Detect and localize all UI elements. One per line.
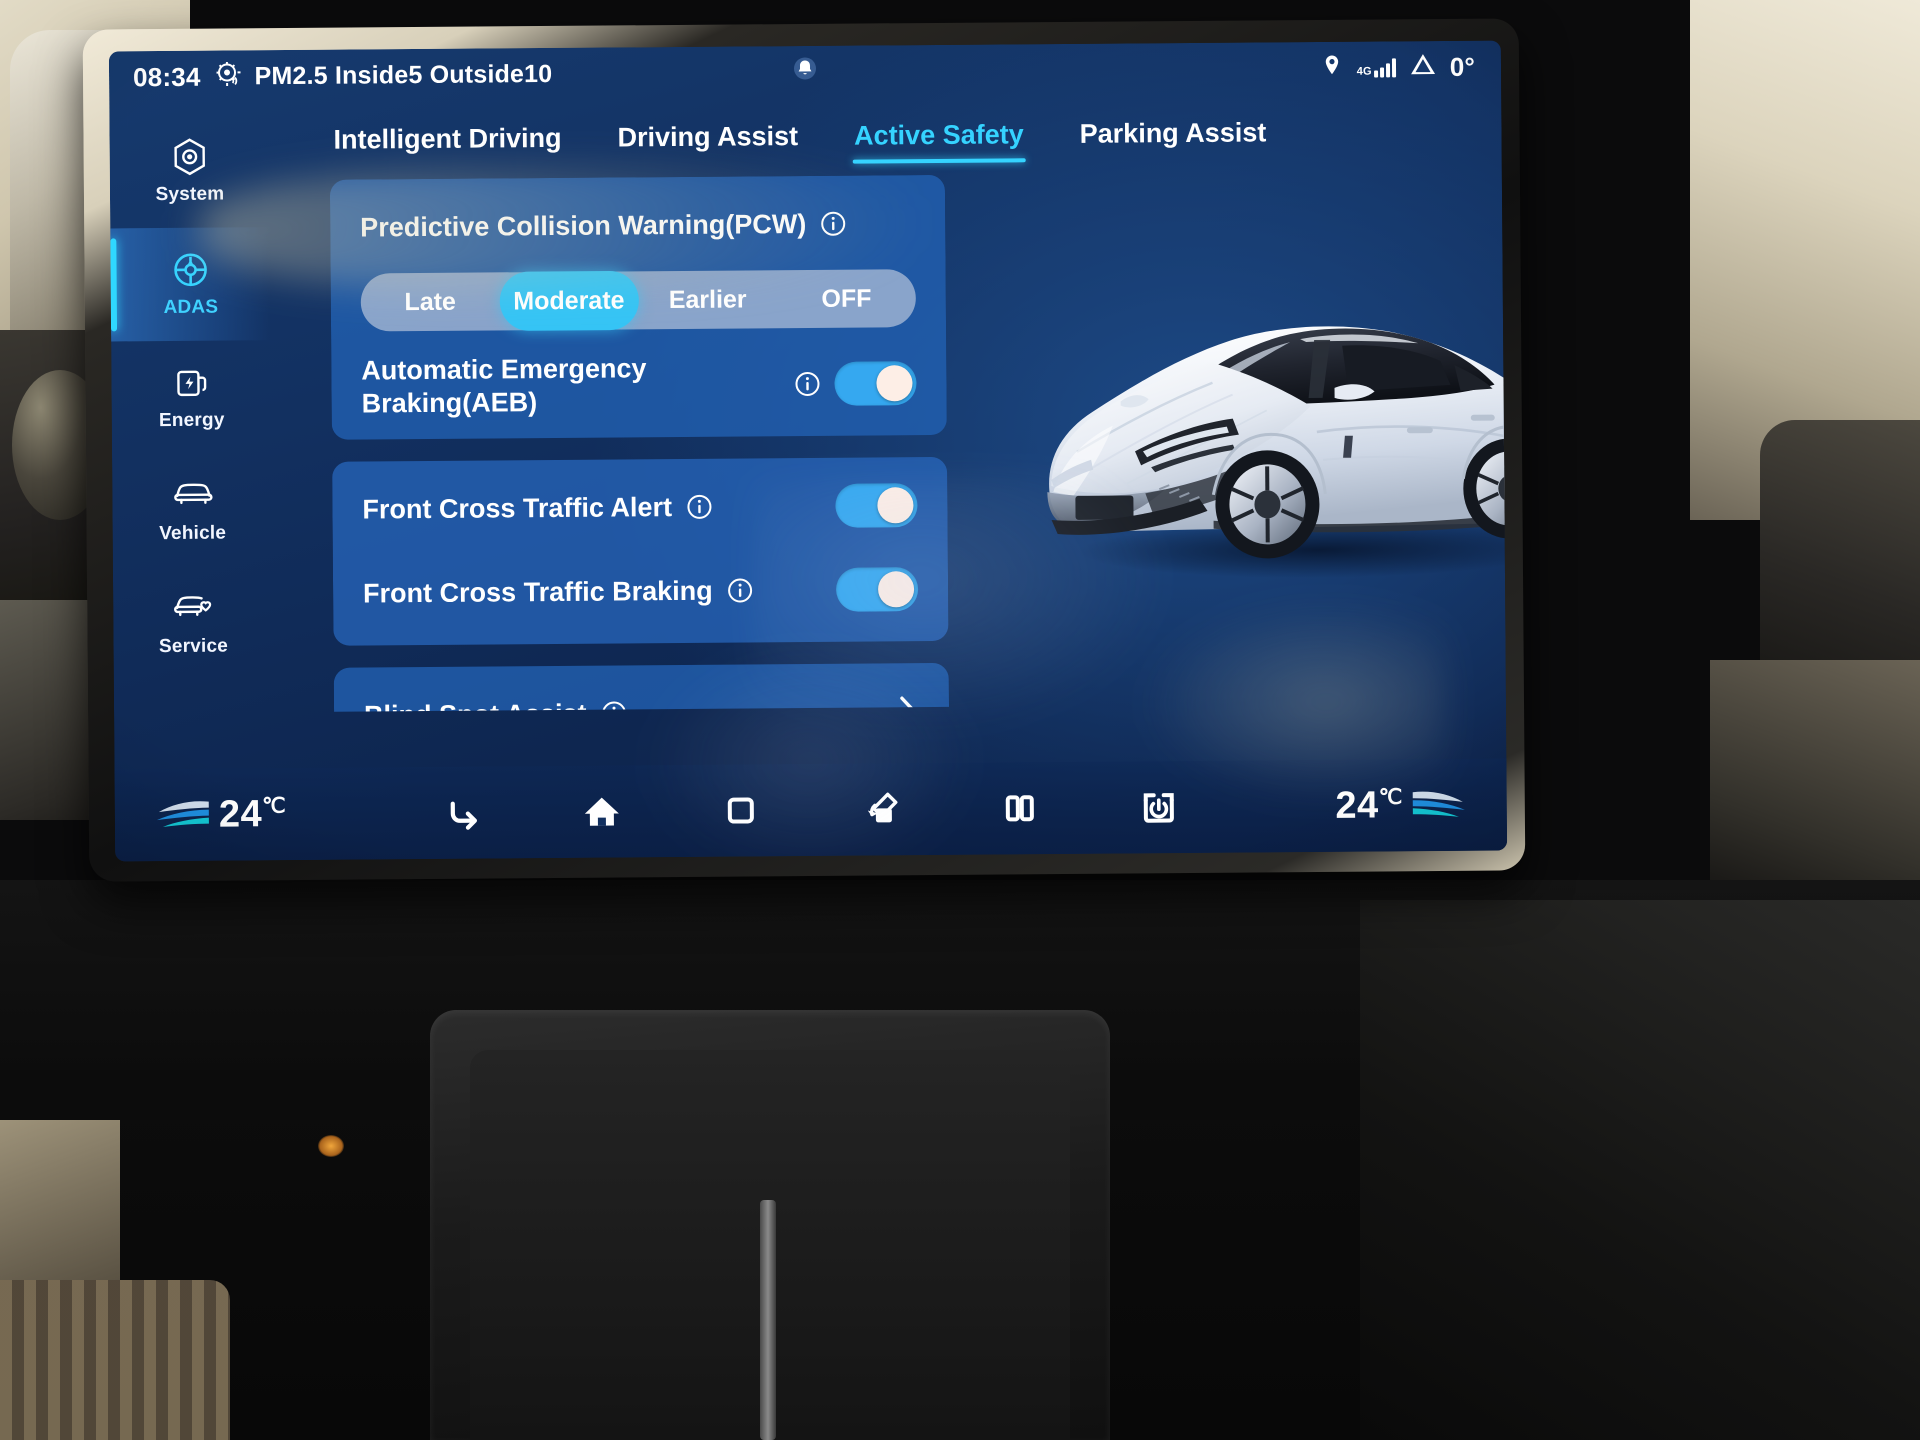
network-type-label: 4G	[1356, 65, 1372, 78]
info-icon[interactable]	[727, 577, 753, 603]
pcw-option-earlier[interactable]: Earlier	[638, 270, 777, 329]
infotainment-bezel: 08:34 PM2.5 Inside5 Outside10 4G 0° Syst…	[82, 18, 1526, 882]
left-temperature-value: 24℃	[218, 792, 287, 836]
aeb-label: Automatic Emergency Braking(AEB)	[361, 353, 647, 419]
pcw-option-moderate[interactable]: Moderate	[499, 270, 639, 331]
screen-off-power-icon[interactable]	[1136, 784, 1182, 830]
car-heart-icon	[173, 589, 213, 629]
info-icon[interactable]	[686, 494, 712, 520]
airflow-wave-icon	[155, 795, 211, 834]
info-icon[interactable]	[794, 371, 820, 397]
hex-gear-icon	[170, 137, 210, 177]
sidebar-item-adas[interactable]: ADAS	[110, 227, 272, 342]
sidebar-item-energy[interactable]: Energy	[111, 340, 272, 454]
aeb-toggle[interactable]	[834, 361, 917, 406]
sidebar-item-label: ADAS	[163, 296, 219, 319]
location-pin-icon	[1321, 53, 1343, 82]
sidebar-item-vehicle[interactable]: Vehicle	[112, 453, 273, 567]
row-front-cross-traffic-alert: Front Cross Traffic Alert	[362, 463, 918, 551]
pcw-label: Predictive Collision Warning(PCW)	[360, 208, 807, 243]
settings-list[interactable]: Predictive Collision Warning(PCW) Late M…	[329, 174, 950, 712]
fctb-toggle[interactable]	[835, 567, 919, 612]
fctb-label: Front Cross Traffic Braking	[362, 575, 713, 608]
info-icon[interactable]	[820, 211, 846, 237]
tab-intelligent-driving[interactable]: Intelligent Driving	[329, 118, 565, 167]
driver-temperature-control[interactable]: 24℃	[155, 793, 287, 837]
sidebar-item-service[interactable]: Service	[113, 566, 274, 680]
air-quality-readout: PM2.5 Inside5 Outside10	[254, 59, 553, 90]
recents-square-icon[interactable]	[718, 787, 764, 833]
sidebar-item-label: Vehicle	[159, 522, 227, 545]
split-screen-icon[interactable]	[997, 785, 1043, 831]
floor-panel	[0, 1120, 120, 1280]
fcta-toggle[interactable]	[835, 483, 918, 528]
console-trim-right	[1710, 660, 1920, 910]
system-nav-buttons	[286, 783, 1336, 837]
back-arrow-icon[interactable]	[439, 790, 485, 836]
tab-active-safety[interactable]: Active Safety	[850, 115, 1028, 163]
content-area: Predictive Collision Warning(PCW) Late M…	[270, 171, 1508, 713]
tab-parking-assist[interactable]: Parking Assist	[1076, 113, 1271, 162]
console-rod	[760, 1200, 776, 1440]
row-front-cross-traffic-braking: Front Cross Traffic Braking	[363, 547, 919, 635]
right-temperature-value: 24℃	[1335, 783, 1403, 827]
card-collision-warning: Predictive Collision Warning(PCW) Late M…	[329, 174, 947, 440]
floor-mat	[0, 1280, 230, 1440]
info-icon[interactable]	[600, 700, 626, 712]
row-pcw-header: Predictive Collision Warning(PCW)	[360, 181, 916, 269]
passenger-temperature-control[interactable]: 24℃	[1335, 783, 1467, 827]
car-front-icon	[172, 476, 213, 516]
footwell-right	[1360, 900, 1920, 1440]
bottom-navigation-bar: 24℃ 24℃	[114, 758, 1508, 862]
screen-body: System ADAS Energy Vehicle Service Intel…	[109, 93, 1508, 770]
tab-driving-assist[interactable]: Driving Assist	[613, 117, 802, 165]
pcw-option-off[interactable]: OFF	[777, 269, 916, 328]
outside-temperature: 0°	[1449, 51, 1476, 82]
infotainment-screen: 08:34 PM2.5 Inside5 Outside10 4G 0° Syst…	[108, 40, 1508, 862]
card-blind-spot[interactable]: Blind Spot Assist	[333, 662, 950, 712]
charging-plug-icon	[171, 363, 211, 403]
blind-spot-label: Blind Spot Assist	[364, 697, 587, 711]
main-sidebar: System ADAS Energy Vehicle Service	[109, 102, 274, 769]
sidebar-item-label: System	[155, 183, 225, 206]
main-panel: Intelligent Driving Driving Assist Activ…	[269, 93, 1508, 769]
screen-rotate-icon[interactable]	[857, 786, 903, 832]
clock: 08:34	[132, 61, 201, 92]
card-front-cross-traffic: Front Cross Traffic Alert Front Cross Tr…	[332, 456, 949, 646]
chevron-right-icon[interactable]	[897, 694, 919, 712]
pcw-option-late[interactable]: Late	[361, 272, 500, 331]
pcw-segmented-control[interactable]: Late Moderate Earlier OFF	[360, 269, 917, 332]
vehicle-render	[1016, 280, 1508, 585]
sidebar-item-system[interactable]: System	[109, 114, 270, 228]
bell-icon[interactable]	[792, 55, 818, 88]
steering-wheel-icon	[170, 250, 210, 290]
fcta-label: Front Cross Traffic Alert	[362, 491, 673, 525]
home-icon[interactable]	[579, 788, 625, 834]
air-purifier-icon	[213, 59, 241, 94]
signal-bars-icon: 4G	[1356, 57, 1396, 78]
sidebar-item-label: Service	[158, 635, 229, 658]
sidebar-item-label: Energy	[158, 409, 225, 432]
tab-bar: Intelligent Driving Driving Assist Activ…	[269, 99, 1502, 181]
row-aeb: Automatic Emergency Braking(AEB)	[361, 341, 917, 429]
indicator-light	[318, 1135, 344, 1157]
airflow-wave-icon	[1411, 785, 1467, 824]
photo-scene: 08:34 PM2.5 Inside5 Outside10 4G 0° Syst…	[0, 0, 1920, 1440]
row-blind-spot-assist[interactable]: Blind Spot Assist	[364, 669, 920, 712]
warning-triangle-icon	[1410, 52, 1436, 83]
